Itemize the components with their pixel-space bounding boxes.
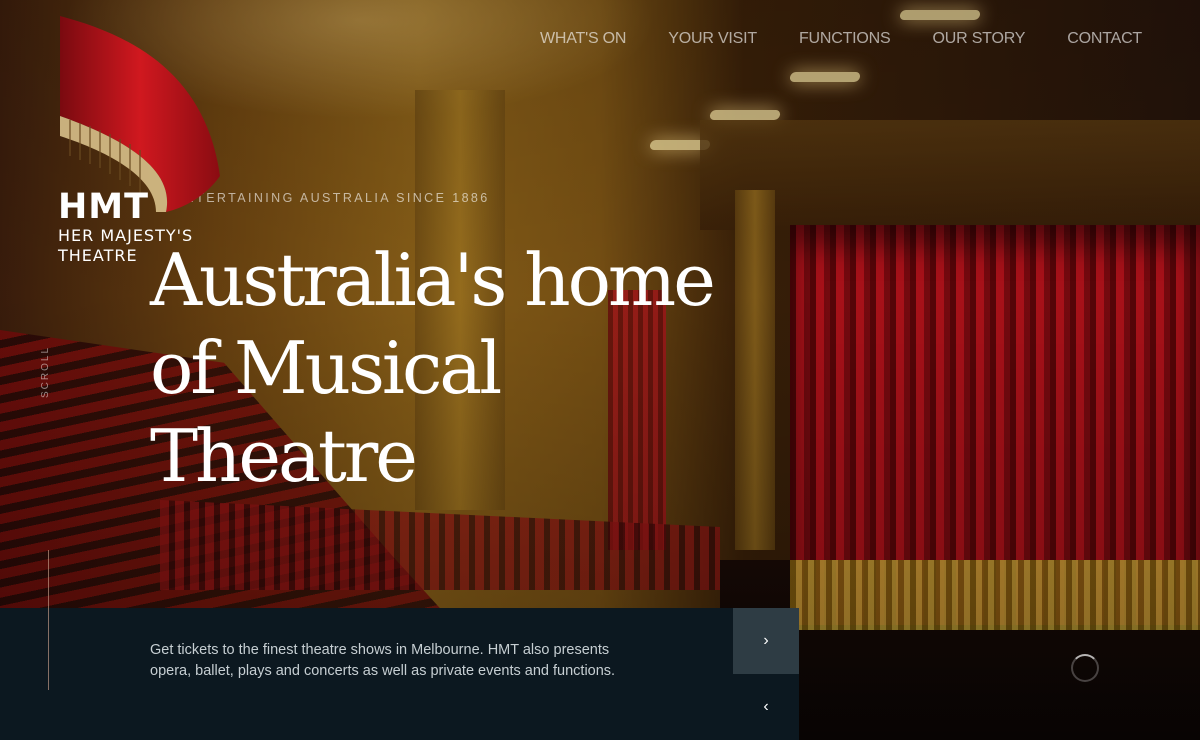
headline-line-3: Theatre — [150, 414, 418, 498]
logo-abbreviation: HMT — [58, 187, 149, 227]
ceiling-light — [789, 72, 861, 82]
stage-curtain — [790, 225, 1200, 625]
slider-prev-button[interactable]: ‹ — [733, 674, 799, 740]
loading-spinner-icon — [1071, 654, 1099, 682]
ceiling-light — [899, 10, 981, 20]
balcony-seats — [160, 500, 720, 590]
ceiling-light — [709, 110, 781, 120]
ceiling-light — [649, 140, 711, 150]
nav-functions[interactable]: FUNCTIONS — [799, 30, 891, 48]
headline-line-1: Australia's home — [150, 238, 716, 322]
stage-proscenium — [700, 120, 1200, 230]
nav-contact[interactable]: CONTACT — [1067, 30, 1142, 48]
nav-our-story[interactable]: OUR STORY — [933, 30, 1026, 48]
nav-whats-on[interactable]: WHAT'S ON — [540, 30, 626, 48]
hero-description: Get tickets to the finest theatre shows … — [150, 642, 616, 679]
headline-line-2: of Musical — [150, 326, 502, 410]
nav-your-visit[interactable]: YOUR VISIT — [668, 30, 757, 48]
hero-headline: Australia's home of Musical Theatre — [150, 236, 770, 500]
chevron-right-icon: › — [763, 632, 769, 649]
chevron-left-icon: ‹ — [763, 698, 769, 715]
main-navigation: WHAT'S ON YOUR VISIT FUNCTIONS OUR STORY… — [498, 30, 1142, 48]
scroll-line — [48, 550, 49, 690]
scroll-indicator[interactable]: SCROLL — [40, 346, 51, 398]
slider-next-button[interactable]: › — [733, 608, 799, 674]
curtain-fringe — [790, 560, 1200, 630]
